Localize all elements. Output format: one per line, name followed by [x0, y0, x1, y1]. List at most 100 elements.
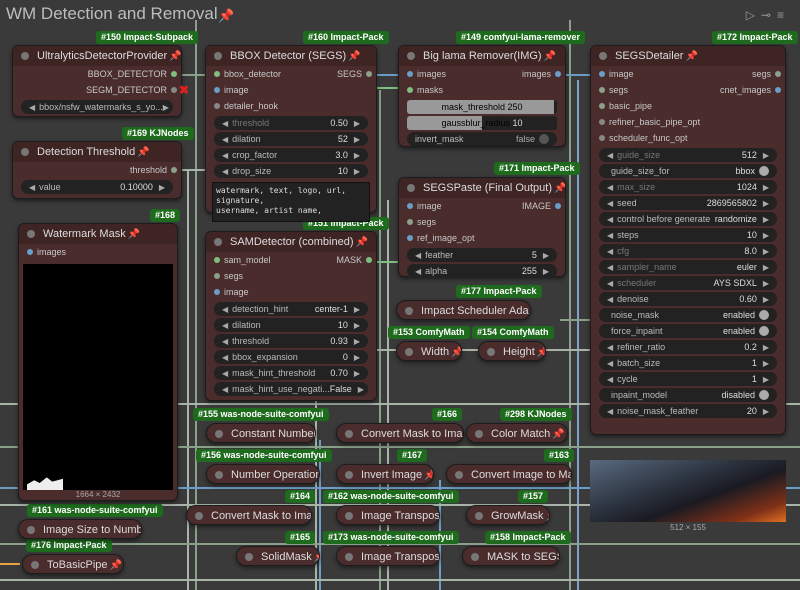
widget-guide-size-for[interactable]: guide_size_for bbox — [599, 164, 777, 178]
input-slot-icon[interactable] — [599, 135, 605, 141]
input-slot-icon[interactable] — [599, 71, 605, 77]
output-slot-icon[interactable] — [555, 71, 561, 77]
input-slot-icon[interactable] — [407, 219, 413, 225]
collapse-dot-icon[interactable] — [215, 430, 223, 438]
collapse-dot-icon[interactable] — [345, 512, 353, 520]
input-slot-icon[interactable] — [214, 289, 220, 295]
input-masks[interactable]: masks — [399, 82, 565, 98]
collapse-dot-icon[interactable] — [455, 471, 463, 479]
collapse-dot-icon[interactable] — [471, 553, 479, 561]
collapse-dot-icon[interactable] — [407, 184, 415, 192]
collapse-dot-icon[interactable] — [21, 148, 29, 156]
node-convert-image-to-mask[interactable]: Convert Image to Mas — [446, 464, 572, 484]
toggle-knob-icon[interactable] — [759, 166, 769, 176]
node-ultralytics-detector[interactable]: UltralyticsDetectorProvider 📌 BBOX_DETECT… — [12, 45, 189, 117]
collapse-dot-icon[interactable] — [245, 553, 253, 561]
widget-feather[interactable]: ◀ feather 5 ▶ — [407, 248, 557, 262]
toggle-knob-icon[interactable] — [539, 134, 549, 145]
input-images[interactable]: images images — [399, 66, 565, 82]
widget-dilation[interactable]: ◀ dilation 52 ▶ — [214, 132, 368, 146]
node-number-operation[interactable]: Number Operation📌 — [206, 464, 320, 484]
collapse-dot-icon[interactable] — [405, 307, 413, 315]
widget-noise-mask-feather[interactable]: ◀ noise_mask_feather 20 ▶ — [599, 404, 777, 418]
output-slot-icon[interactable] — [555, 203, 561, 209]
input-images[interactable]: images — [19, 244, 177, 260]
node-solid-mask[interactable]: SolidMask📌 — [236, 546, 320, 566]
collapse-dot-icon[interactable] — [195, 512, 203, 520]
collapse-dot-icon[interactable] — [27, 230, 35, 238]
play-icon[interactable]: ▷ — [746, 8, 761, 22]
node-width[interactable]: Width 📌 — [396, 341, 462, 361]
right-arrow-icon[interactable]: ▶ — [354, 305, 360, 314]
widget-inpaint-model[interactable]: inpaint_model disabled — [599, 388, 777, 402]
input-detailer-hook[interactable]: detailer_hook — [206, 98, 376, 114]
collapse-dot-icon[interactable] — [21, 52, 29, 60]
right-arrow-icon[interactable]: ▶ — [763, 295, 769, 304]
node-detection-threshold[interactable]: Detection Threshold 📌 threshold ◀ value 0.1… — [12, 141, 182, 199]
right-arrow-icon[interactable]: ▶ — [763, 263, 769, 272]
widget-cycle[interactable]: ◀ cycle 1 ▶ — [599, 372, 777, 386]
widget-control-before-generate[interactable]: ◀ control before generate randomize ▶ — [599, 212, 777, 226]
right-arrow-icon[interactable]: ▶ — [354, 337, 360, 346]
node-image-transpose-1[interactable]: Image Transpose📌 — [336, 505, 440, 525]
node-to-basic-pipe[interactable]: ToBasicPipe 📌 — [22, 554, 124, 574]
node-mask-to-segs[interactable]: MASK to SEGS📌 — [462, 546, 560, 566]
input-bbox-detector[interactable]: bbox_detector SEGS — [206, 66, 376, 82]
input-slot-icon[interactable] — [214, 257, 220, 263]
output-slot-icon[interactable] — [366, 257, 372, 263]
collapse-dot-icon[interactable] — [27, 526, 35, 534]
output-slot-icon[interactable] — [171, 167, 177, 173]
input-image[interactable]: image — [206, 284, 376, 300]
input-slot-icon[interactable] — [214, 71, 220, 77]
widget-max-size[interactable]: ◀ max_size 1024 ▶ — [599, 180, 777, 194]
right-arrow-icon[interactable]: ▶ — [763, 359, 769, 368]
mask-threshold-slider[interactable]: mask_threshold 250 — [407, 100, 557, 114]
input-slot-icon[interactable] — [407, 87, 413, 93]
collapse-dot-icon[interactable] — [31, 561, 39, 569]
widget-batch-size[interactable]: ◀ batch_size 1 ▶ — [599, 356, 777, 370]
input-image[interactable]: image segs — [591, 66, 785, 82]
labels-textarea[interactable]: watermark, text, logo, url, signature, u… — [212, 182, 370, 222]
input-segs[interactable]: segs — [399, 214, 565, 230]
widget-mask-hint-use-negati-[interactable]: ◀ mask_hint_use_negati... False ▶ — [214, 382, 368, 396]
widget-scheduler[interactable]: ◀ scheduler AYS SDXL ▶ — [599, 276, 777, 290]
node-grow-mask[interactable]: GrowMask📌 — [466, 505, 550, 525]
menu-icon[interactable]: ≡ — [777, 8, 790, 22]
widget-crop-factor[interactable]: ◀ crop_factor 3.0 ▶ — [214, 148, 368, 162]
node-segs-detailer[interactable]: SEGSDetailer 📌 image segs segs cnet_images … — [590, 45, 786, 435]
input-ref-image-opt[interactable]: ref_image_opt — [399, 230, 565, 246]
workflow-canvas[interactable]: WM Detection and Removal ▷⊸≡ 📌 #150 Impa… — [0, 0, 800, 590]
widget-denoise[interactable]: ◀ denoise 0.60 ▶ — [599, 292, 777, 306]
node-watermark-mask[interactable]: Watermark Mask 📌 images 1664 × 2432 — [18, 223, 178, 501]
node-big-lama-remover[interactable]: Big lama Remover(IMG) 📌 images images mask… — [398, 45, 566, 147]
widget-detection-hint[interactable]: ◀ detection_hint center-1 ▶ — [214, 302, 368, 316]
right-arrow-icon[interactable]: ▶ — [354, 135, 360, 144]
output-slot-icon[interactable] — [366, 71, 372, 77]
collapse-dot-icon[interactable] — [345, 471, 353, 479]
node-sam-detector[interactable]: SAMDetector (combined) 📌 sam_model MASK se… — [205, 231, 377, 401]
output-threshold[interactable]: threshold — [13, 162, 181, 178]
right-arrow-icon[interactable]: ▶ — [763, 231, 769, 240]
right-arrow-icon[interactable]: ▶ — [763, 343, 769, 352]
widget-alpha[interactable]: ◀ alpha 255 ▶ — [407, 264, 557, 278]
input-segs[interactable]: segs — [206, 268, 376, 284]
input-basic-pipe[interactable]: basic_pipe — [591, 98, 785, 114]
widget-guide-size[interactable]: ◀ guide_size 512 ▶ — [599, 148, 777, 162]
input-slot-icon[interactable] — [214, 103, 220, 109]
input-image[interactable]: image — [206, 82, 376, 98]
collapse-dot-icon[interactable] — [475, 512, 483, 520]
output-slot-icon[interactable] — [171, 71, 177, 77]
model-name-combo[interactable]: ◀ bbox/nsfw_watermarks_s_yo... ▶ — [21, 100, 173, 114]
toggle-knob-icon[interactable] — [759, 310, 769, 320]
input-slot-icon[interactable] — [27, 249, 33, 255]
input-slot-icon[interactable] — [407, 71, 413, 77]
input-slot-icon[interactable] — [214, 273, 220, 279]
right-arrow-icon[interactable]: ▶ — [763, 183, 769, 192]
node-convert-mask-to-image-2[interactable]: Convert Mask to Imag — [186, 505, 312, 525]
widget-steps[interactable]: ◀ steps 10 ▶ — [599, 228, 777, 242]
right-arrow-icon[interactable]: ▶ — [763, 151, 769, 160]
right-arrow-icon[interactable]: ▶ — [358, 385, 364, 394]
input-segs[interactable]: segs cnet_images — [591, 82, 785, 98]
collapse-dot-icon[interactable] — [407, 52, 415, 60]
output-segm-detector[interactable]: SEGM_DETECTOR ✖ — [13, 82, 189, 98]
